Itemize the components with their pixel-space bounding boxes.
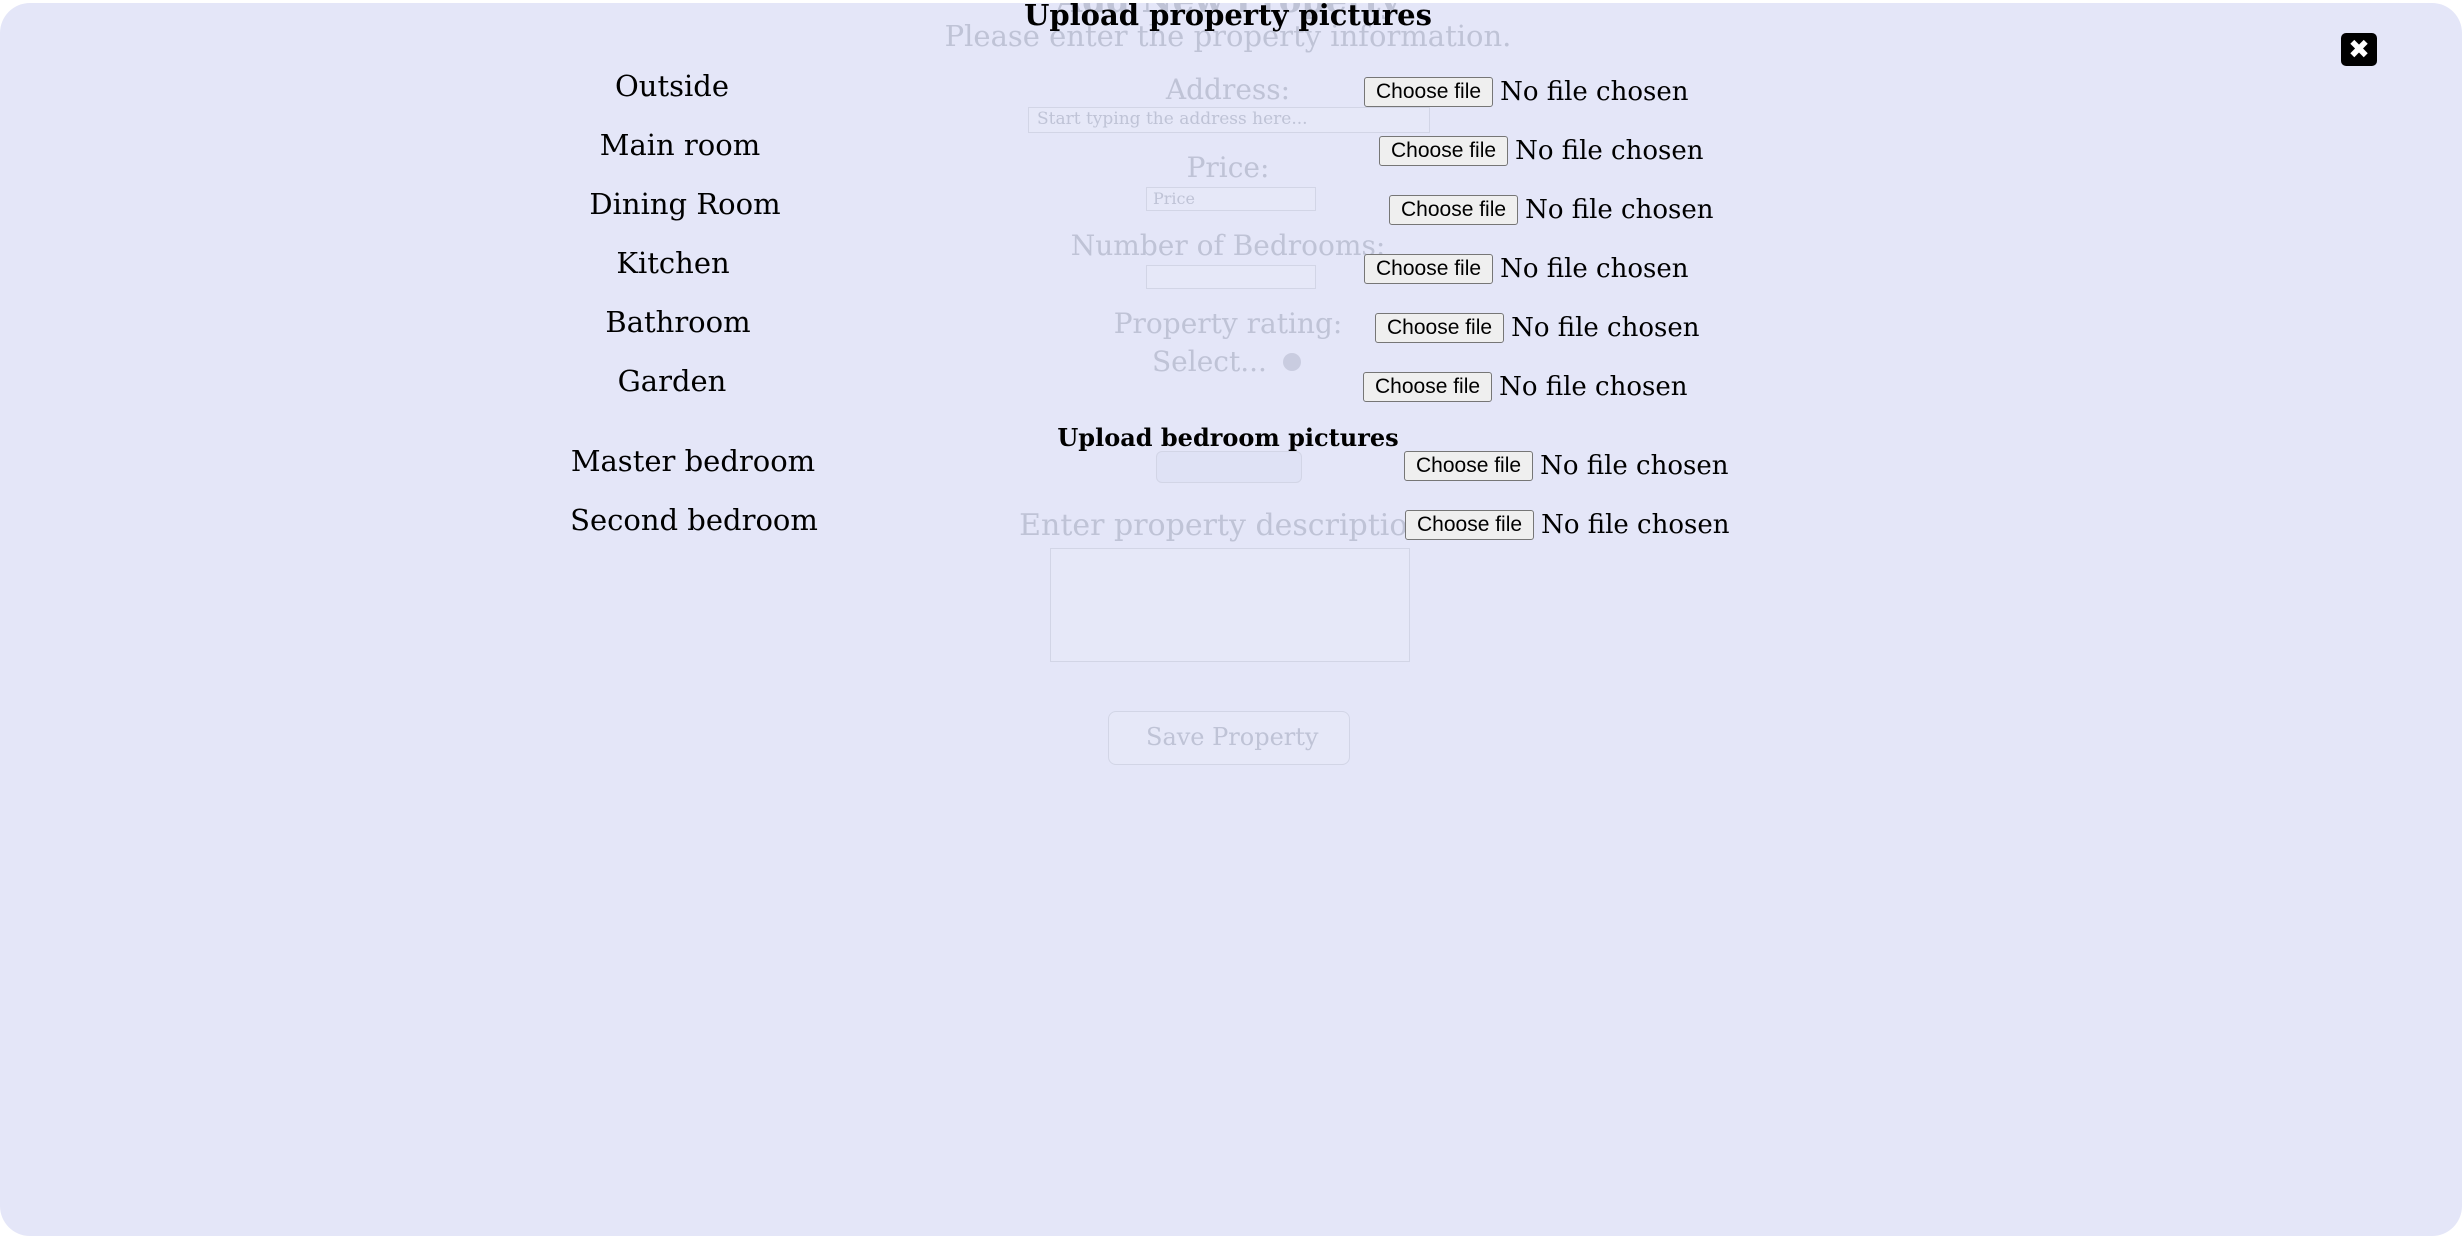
choose-file-button[interactable]: Choose file <box>1405 510 1535 540</box>
no-file-chosen-text: No file chosen <box>1500 77 1689 107</box>
no-file-chosen-text: No file chosen <box>1525 195 1714 225</box>
no-file-chosen-text: No file chosen <box>1500 254 1689 284</box>
file-input-kitchen[interactable]: Choose file No file chosen <box>1364 254 1688 284</box>
background-address-placeholder: Start typing the address here... <box>1037 109 1308 129</box>
file-input-garden[interactable]: Choose file No file chosen <box>1363 372 1687 402</box>
no-file-chosen-text: No file chosen <box>1540 451 1729 481</box>
room-label-garden: Garden <box>617 364 727 398</box>
room-label-second-bedroom: Second bedroom <box>570 503 818 537</box>
background-address-input[interactable]: Start typing the address here... <box>1028 107 1430 133</box>
background-save-button-label: Save Property <box>1146 723 1319 751</box>
room-label-main-room: Main room <box>599 128 761 162</box>
choose-file-button[interactable]: Choose file <box>1364 254 1494 284</box>
no-file-chosen-text: No file chosen <box>1541 510 1730 540</box>
background-price-input[interactable]: Price <box>1146 187 1316 211</box>
file-input-dining-room[interactable]: Choose file No file chosen <box>1389 195 1713 225</box>
choose-file-button[interactable]: Choose file <box>1379 136 1509 166</box>
choose-file-button[interactable]: Choose file <box>1375 313 1505 343</box>
file-input-master-bedroom[interactable]: Choose file No file chosen <box>1404 451 1728 481</box>
room-label-dining-room: Dining Room <box>589 187 781 221</box>
choose-file-button[interactable]: Choose file <box>1363 372 1493 402</box>
no-file-chosen-text: No file chosen <box>1515 136 1704 166</box>
no-file-chosen-text: No file chosen <box>1511 313 1700 343</box>
upload-pictures-modal: Add New Property Please enter the proper… <box>0 3 2462 1236</box>
upload-bedroom-pictures-title: Upload bedroom pictures <box>1057 423 1399 452</box>
room-label-bathroom: Bathroom <box>605 305 751 339</box>
room-label-master-bedroom: Master bedroom <box>570 444 816 478</box>
background-save-button[interactable]: Save Property <box>1108 711 1350 765</box>
room-label-kitchen: Kitchen <box>616 246 730 280</box>
background-description-textarea[interactable] <box>1050 548 1410 662</box>
choose-file-button[interactable]: Choose file <box>1389 195 1519 225</box>
chevron-down-icon <box>1283 353 1301 371</box>
background-bedrooms-label: Number of Bedrooms: <box>1070 229 1386 262</box>
no-file-chosen-text: No file chosen <box>1499 372 1688 402</box>
choose-file-button[interactable]: Choose file <box>1364 77 1494 107</box>
background-bedrooms-input[interactable] <box>1146 265 1316 289</box>
background-price-placeholder: Price <box>1153 189 1195 208</box>
background-rating-select[interactable]: Select... <box>1152 345 1267 378</box>
close-icon[interactable]: ✖ <box>2341 33 2377 66</box>
background-bedroom-selector[interactable] <box>1156 451 1302 483</box>
choose-file-button[interactable]: Choose file <box>1404 451 1534 481</box>
background-rating-label: Property rating: <box>1113 307 1343 340</box>
background-price-label: Price: <box>1186 151 1270 184</box>
background-description-label: Enter property description: <box>1019 508 1437 543</box>
file-input-bathroom[interactable]: Choose file No file chosen <box>1375 313 1699 343</box>
file-input-second-bedroom[interactable]: Choose file No file chosen <box>1405 510 1729 540</box>
upload-property-pictures-title: Upload property pictures <box>1024 3 1432 32</box>
background-address-label: Address: <box>1165 73 1291 106</box>
room-label-outside: Outside <box>615 69 729 103</box>
file-input-outside[interactable]: Choose file No file chosen <box>1364 77 1688 107</box>
file-input-main-room[interactable]: Choose file No file chosen <box>1379 136 1703 166</box>
